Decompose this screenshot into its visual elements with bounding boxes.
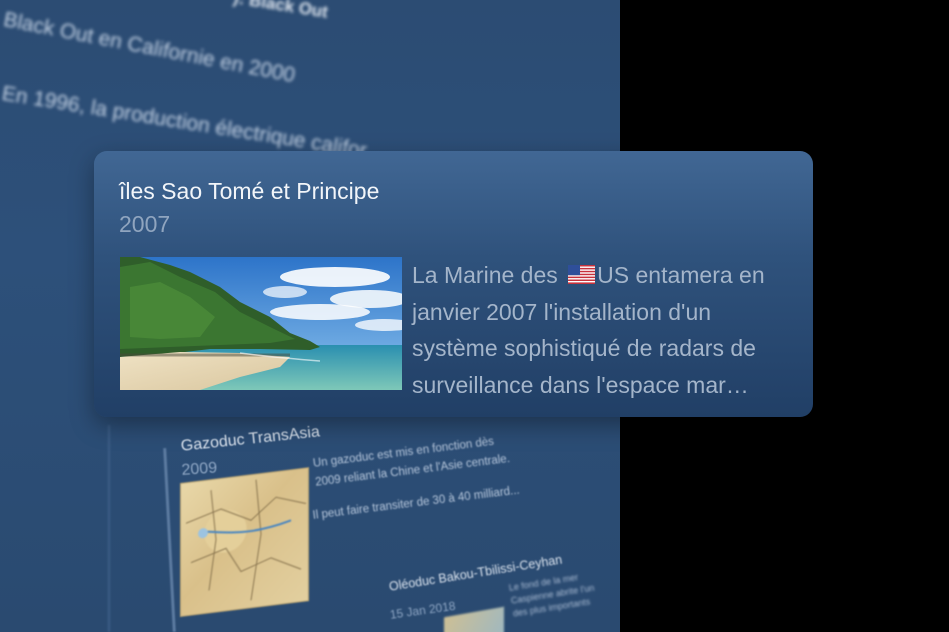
event-description-start: La Marine des [412,262,565,288]
beach-photo [120,257,402,390]
background-heading[interactable]: Black Out en Californie en 2000 [1,8,297,88]
gazoduc-map-thumbnail[interactable] [180,467,309,617]
gazoduc-title[interactable]: Gazoduc TransAsia [180,423,321,455]
event-title: îles Sao Tomé et Principe [119,178,380,204]
oleoduc-description: Le fond de la mer Caspienne abrite l'un … [508,572,595,619]
background-header-fragment: ): Black Out [232,0,330,22]
timeline-axis-outer [108,425,110,632]
event-year: 2007 [119,211,171,237]
event-preview-card[interactable]: îles Sao Tomé et Principe 2007 La Marine… [94,151,813,417]
event-description: La Marine des US entamera en janvier 200… [412,257,797,403]
timeline-axis [163,448,176,632]
gazoduc-year: 2009 [181,459,218,479]
gazoduc-description: Un gazoduc est mis en fonction dès 2009 … [312,435,511,489]
us-flag-icon [568,258,596,284]
